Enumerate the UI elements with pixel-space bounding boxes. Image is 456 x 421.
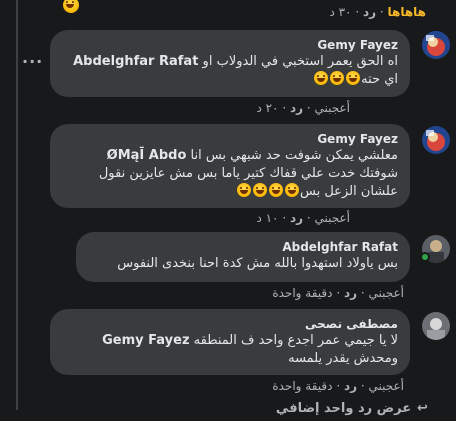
- comment-text: اه الحق يعمر استخبي في الدولاب او Abdelg…: [62, 53, 398, 71]
- comment-text: اي حته: [62, 71, 398, 89]
- comment-text-line: علشان الزعل بس: [300, 184, 398, 199]
- view-more-replies[interactable]: ↪ عرض رد واحد إضافي: [276, 401, 428, 416]
- avatar[interactable]: [422, 126, 450, 154]
- avatar-image: [422, 312, 450, 340]
- laughing-emoji-icon: [269, 183, 284, 197]
- comment-actions: أعجبني · رد · دقيقة واحدة: [272, 286, 404, 300]
- avatar-image: [422, 31, 450, 59]
- timestamp[interactable]: ١٠ د: [256, 211, 278, 225]
- comment-text: معلشي يمكن شوفت حد شبهي بس انا ØMąĪ Abdo: [62, 147, 398, 165]
- top-comment-actions: هاهاها · رد · ٣٠ د: [329, 5, 426, 19]
- comment-text-line: معلشي يمكن شوفت حد شبهي بس انا: [186, 148, 398, 163]
- mention-link[interactable]: Gemy Fayez: [102, 333, 189, 348]
- online-indicator: [420, 252, 430, 262]
- laughing-emoji-icon: [237, 183, 252, 197]
- mention-link[interactable]: ØMąĪ Abdo: [107, 148, 187, 163]
- comment-author[interactable]: Abdelghfar Rafat: [88, 240, 398, 255]
- comment-bubble: Gemy Fayez معلشي يمكن شوفت حد شبهي بس ان…: [50, 124, 410, 208]
- avatar-image: [422, 126, 450, 154]
- comment-actions: أعجبني · رد · ٢٠ د: [256, 101, 350, 115]
- comment-author[interactable]: مصطفى نصحى: [62, 317, 398, 332]
- comment-text: علشان الزعل بس: [62, 183, 398, 201]
- timestamp[interactable]: ٣٠ د: [329, 5, 351, 19]
- timestamp[interactable]: دقيقة واحدة: [272, 286, 332, 300]
- comment-text-line: اه الحق يعمر استخبي في الدولاب او: [198, 54, 398, 69]
- top-haha-reaction: [62, 0, 80, 15]
- like-link[interactable]: أعجبني: [369, 286, 404, 300]
- comment-text-line: لا يا جيمي عمر اجدع واحد ف المنطقه: [189, 333, 398, 348]
- haha-emoji-icon: [63, 0, 79, 13]
- reply-link[interactable]: رد: [290, 211, 303, 225]
- comment-text-line: اي حته: [361, 72, 398, 87]
- comment-author[interactable]: Gemy Fayez: [62, 38, 398, 53]
- avatar[interactable]: [422, 312, 450, 340]
- laughing-emoji-icon: [285, 183, 300, 197]
- laughing-emoji-icon: [330, 71, 345, 85]
- haha-reaction-link[interactable]: هاهاها: [388, 5, 426, 19]
- like-link[interactable]: أعجبني: [315, 101, 350, 115]
- comment-bubble: Gemy Fayez اه الحق يعمر استخبي في الدولا…: [50, 30, 410, 97]
- reply-link[interactable]: رد: [344, 286, 357, 300]
- laughing-emoji-icon: [346, 71, 361, 85]
- like-link[interactable]: أعجبني: [315, 211, 350, 225]
- laughing-emoji-icon: [314, 71, 329, 85]
- timestamp[interactable]: ٢٠ د: [256, 101, 278, 115]
- reply-link[interactable]: رد: [344, 379, 357, 393]
- comment-bubble: مصطفى نصحى لا يا جيمي عمر اجدع واحد ف ال…: [50, 309, 410, 375]
- comment-text: لا يا جيمي عمر اجدع واحد ف المنطقه Gemy …: [62, 332, 398, 350]
- timestamp[interactable]: دقيقة واحدة: [272, 379, 332, 393]
- comment-text-line: بس ياولاد استهدوا بالله مش كدة احنا بنخد…: [117, 256, 398, 271]
- reply-link[interactable]: رد: [363, 5, 376, 19]
- comment-author[interactable]: Gemy Fayez: [62, 132, 398, 147]
- mention-link[interactable]: Abdelghfar Rafat: [73, 54, 198, 69]
- comment-actions: أعجبني · رد · ١٠ د: [256, 211, 350, 225]
- comment-bubble: Abdelghfar Rafat بس ياولاد استهدوا بالله…: [76, 232, 410, 282]
- laughing-emoji-icon: [253, 183, 268, 197]
- avatar[interactable]: [422, 31, 450, 59]
- reply-arrow-icon: ↪: [417, 401, 428, 416]
- like-link[interactable]: أعجبني: [369, 379, 404, 393]
- view-more-label: عرض رد واحد إضافي: [275, 401, 412, 416]
- comment-text-line: شوفتك خدت علي قفاك كتير ياما بس مش عايزي…: [98, 166, 398, 181]
- comment-text-line: ومحدش يقدر يلمسه: [288, 351, 398, 366]
- reply-link[interactable]: رد: [290, 101, 303, 115]
- more-options-button[interactable]: ···: [22, 52, 43, 71]
- comment-actions: أعجبني · رد · دقيقة واحدة: [272, 379, 404, 393]
